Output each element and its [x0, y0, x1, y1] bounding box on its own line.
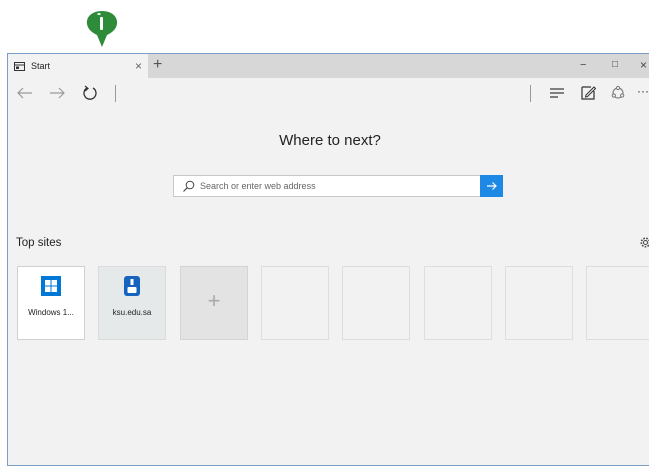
plus-icon: + — [207, 288, 221, 313]
empty-tile[interactable] — [342, 266, 410, 340]
top-sites-heading: Top sites — [16, 237, 62, 249]
empty-tile[interactable] — [586, 266, 649, 340]
arrow-right-icon — [486, 182, 497, 190]
page-icon — [14, 61, 25, 71]
windows-logo-icon — [41, 276, 61, 296]
tile-label: Windows 1... — [28, 308, 74, 317]
share-icon[interactable] — [607, 82, 629, 104]
hub-icon[interactable] — [546, 82, 568, 104]
navigation-bar: ··· — [8, 78, 649, 109]
search-box — [173, 175, 503, 197]
address-separator — [115, 85, 116, 102]
empty-tile[interactable] — [505, 266, 573, 340]
toolbar-separator — [530, 85, 531, 102]
tab-close-icon[interactable]: × — [135, 59, 142, 73]
close-window-button[interactable]: × — [640, 57, 647, 73]
empty-tile[interactable] — [261, 266, 329, 340]
go-button[interactable] — [480, 175, 503, 197]
top-site-tile-ksu[interactable]: ksu.edu.sa — [98, 266, 166, 340]
new-tab-button[interactable]: + — [153, 56, 162, 74]
page-title: Where to next? — [279, 132, 381, 149]
green-logo-icon — [86, 11, 118, 47]
add-site-tile[interactable]: + — [180, 266, 248, 340]
empty-tile[interactable] — [424, 266, 492, 340]
refresh-icon[interactable] — [79, 82, 101, 104]
tile-label: ksu.edu.sa — [112, 308, 152, 317]
search-input[interactable] — [200, 178, 470, 194]
more-options-button[interactable]: ··· — [637, 84, 649, 98]
ksu-logo-icon — [124, 276, 140, 296]
arrow-left-icon[interactable] — [14, 82, 36, 104]
arrow-right-icon[interactable] — [46, 82, 68, 104]
start-page: Where to next? Top sites — [8, 109, 649, 465]
tab-start[interactable]: Start × — [8, 54, 148, 78]
tab-title: Start — [31, 61, 51, 71]
web-note-icon[interactable] — [577, 82, 599, 104]
search-icon — [183, 180, 195, 192]
browser-window: Start × + − □ × ··· Where to next? Searc… — [7, 53, 649, 466]
minimize-button[interactable]: − — [580, 57, 586, 73]
maximize-button[interactable]: □ — [612, 57, 618, 73]
tab-strip: Start × + − □ × — [8, 54, 649, 78]
gear-icon[interactable] — [639, 236, 649, 249]
top-site-tile-windows[interactable]: Windows 1... — [17, 266, 85, 340]
